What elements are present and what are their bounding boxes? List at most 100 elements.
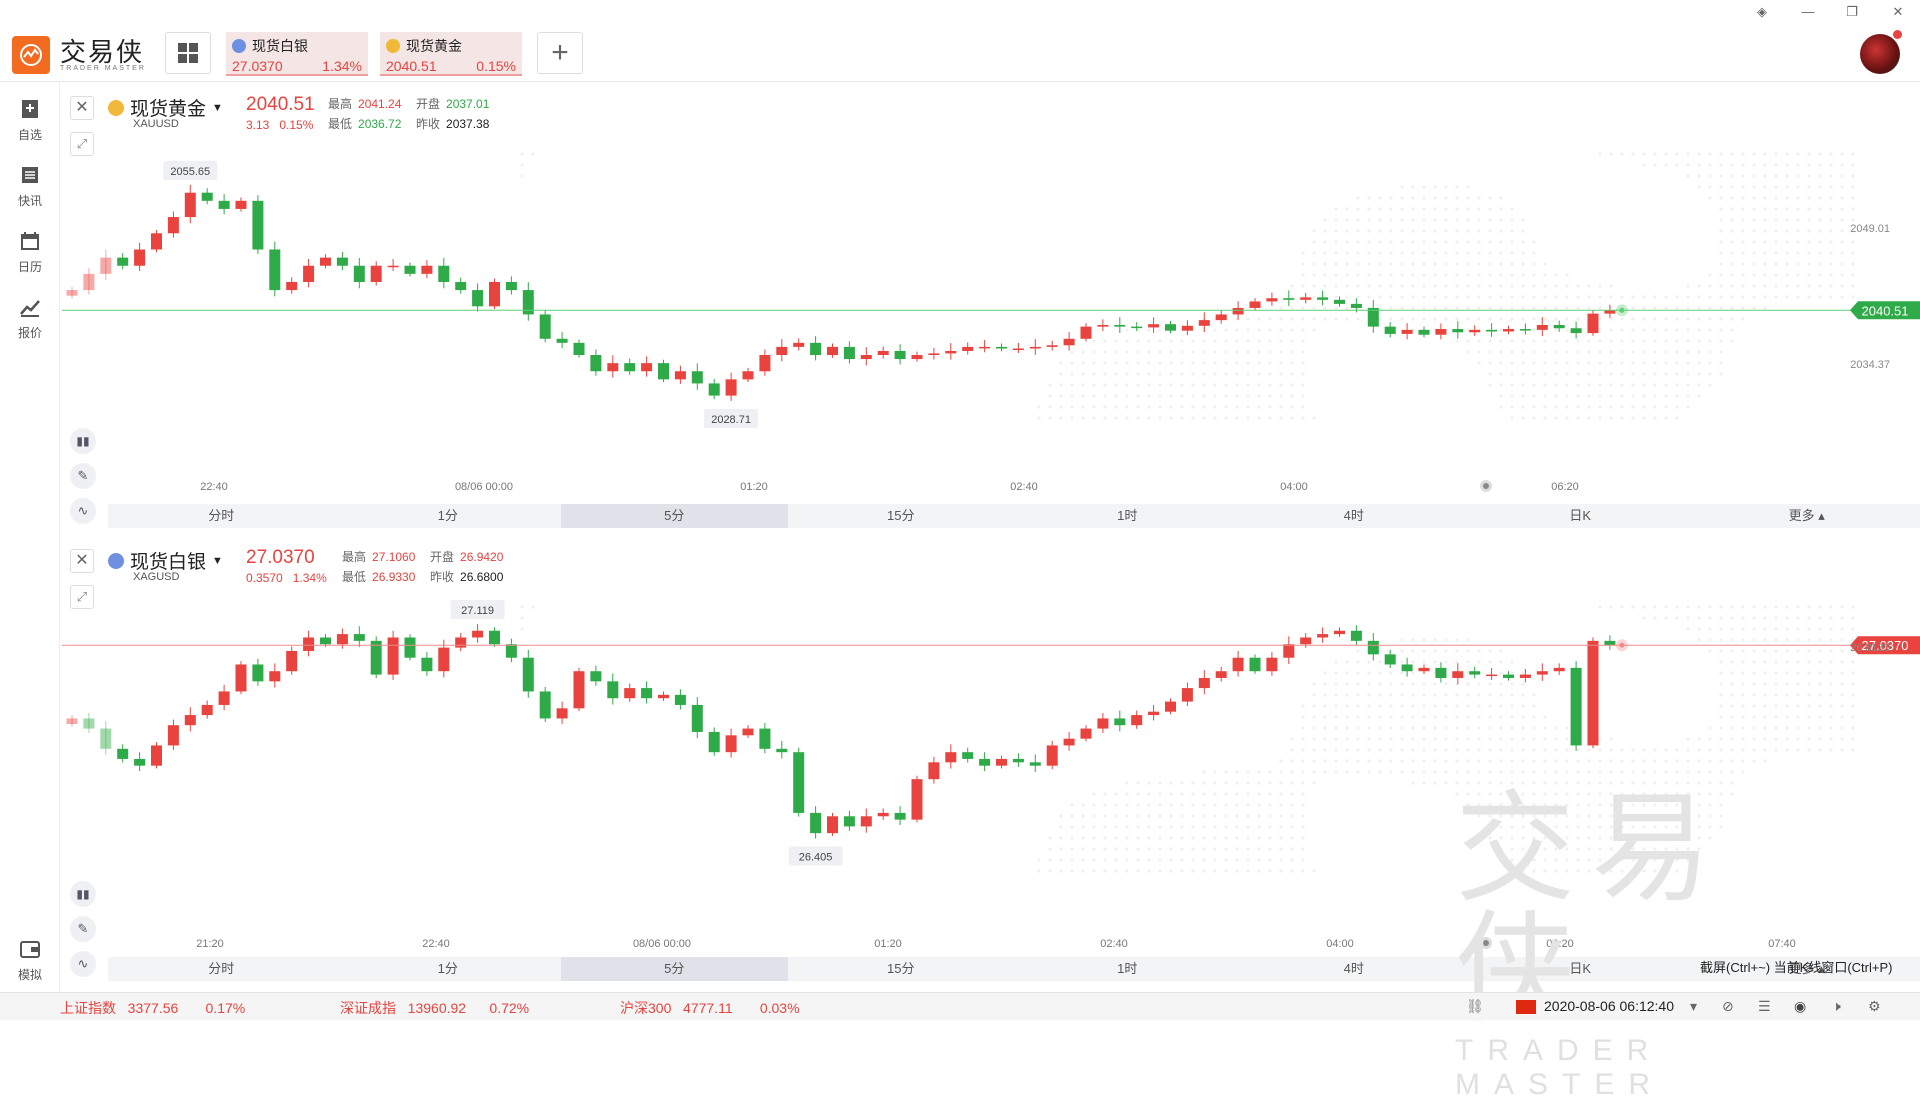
timeframe-tab[interactable]: 日K (1467, 504, 1694, 528)
indicator-tool-button[interactable]: ▮▮ (70, 881, 96, 907)
map-dot (1642, 836, 1645, 839)
map-dot (1774, 251, 1777, 254)
map-dot (1730, 284, 1733, 287)
mute-icon[interactable]: 🕨 (1832, 998, 1841, 1015)
map-dot (1378, 770, 1381, 773)
map-dot (1763, 605, 1766, 608)
map-dot (1488, 273, 1491, 276)
map-dot (1301, 704, 1304, 707)
map-dot (1851, 737, 1854, 740)
map-dot (1444, 218, 1447, 221)
sidebar-item-news[interactable]: 快讯 (0, 164, 60, 209)
candle-body (793, 343, 804, 347)
panel-expand-button[interactable]: ⤢ (70, 585, 94, 609)
panel-close-button[interactable]: ✕ (70, 96, 94, 120)
gold-title[interactable]: 现货黄金 ▼ (108, 94, 223, 121)
wave-tool-button[interactable]: ∿ (70, 498, 96, 524)
dropdown-caret-icon[interactable]: ▼ (212, 102, 223, 114)
timeframe-tab[interactable]: 5分 (561, 957, 788, 981)
map-dot (1081, 350, 1084, 353)
map-dot (1763, 693, 1766, 696)
timeframe-tab[interactable]: 1时 (1014, 957, 1241, 981)
restore-icon[interactable]: ❐ (1842, 4, 1862, 20)
map-dot (1411, 262, 1414, 265)
tab-silver[interactable]: 现货白银 27.03701.34% (226, 32, 368, 76)
draw-tool-button[interactable]: ✎ (70, 916, 96, 942)
silver-chart[interactable]: 27.037026.813527.11926.40521:2022:4008/0… (62, 537, 1920, 951)
layers-icon[interactable]: ◈ (1752, 4, 1772, 20)
index-sz[interactable]: 深证成指 13960.92 0.72% (340, 998, 529, 1018)
gold-prev: 昨收2037.38 (416, 115, 489, 132)
camera-icon[interactable]: ◉ (1794, 998, 1806, 1015)
map-dot (1774, 295, 1777, 298)
sidebar-item-calendar[interactable]: 日历 (0, 230, 60, 275)
map-dot (1488, 836, 1491, 839)
menu-icon[interactable]: ☰ (1758, 998, 1771, 1015)
map-dot (1048, 836, 1051, 839)
map-dot (1543, 350, 1546, 353)
timeframe-tab[interactable]: 更多 ▴ (1694, 504, 1920, 528)
map-dot (1158, 405, 1161, 408)
index-sh[interactable]: 上证指数 3377.56 0.17% (60, 998, 245, 1018)
timeframe-tab[interactable]: 1时 (1014, 504, 1241, 528)
timeframe-tab[interactable]: 1分 (335, 957, 562, 981)
map-dot (1609, 152, 1612, 155)
gold-chart[interactable]: 2040.512049.012034.372055.652028.7122:40… (62, 84, 1920, 496)
map-dot (1774, 152, 1777, 155)
no-picture-icon[interactable]: ⊘ (1722, 998, 1734, 1015)
map-dot (1609, 836, 1612, 839)
map-dot (1257, 781, 1260, 784)
map-dot (1620, 847, 1623, 850)
timeframe-tab[interactable]: 分时 (108, 504, 335, 528)
map-dot (1246, 405, 1249, 408)
sidebar-item-quotes[interactable]: 报价 (0, 296, 60, 341)
map-dot (1213, 836, 1216, 839)
panel-expand-button[interactable]: ⤢ (70, 132, 94, 156)
map-dot (1565, 339, 1568, 342)
candle-body (1283, 644, 1294, 657)
map-dot (1752, 671, 1755, 674)
close-window-icon[interactable]: ✕ (1888, 4, 1908, 20)
panel-close-button[interactable]: ✕ (70, 549, 94, 573)
map-dot (1631, 803, 1634, 806)
layout-grid-button[interactable] (165, 32, 211, 74)
minimize-icon[interactable]: — (1798, 4, 1818, 19)
timeframe-tab[interactable]: 分时 (108, 957, 335, 981)
map-dot (1730, 781, 1733, 784)
link-icon[interactable]: ⛓ (1466, 998, 1484, 1015)
timeframe-tab[interactable]: 5分 (561, 504, 788, 528)
y-tick-label: 2049.01 (1850, 223, 1890, 235)
map-dot (1422, 682, 1425, 685)
timeframe-tab[interactable]: 15分 (788, 957, 1015, 981)
sidebar-item-demo[interactable]: 模拟 (0, 938, 60, 983)
timeframe-tab[interactable]: 日K (1467, 957, 1694, 981)
map-dot (1697, 627, 1700, 630)
tab-gold[interactable]: 现货黄金 2040.510.15% (380, 32, 522, 76)
map-dot (1334, 229, 1337, 232)
add-tab-button[interactable]: + (537, 32, 583, 74)
candle-body (1233, 658, 1244, 671)
map-dot (1521, 704, 1524, 707)
map-dot (1807, 262, 1810, 265)
timeframe-tab[interactable]: 4时 (1241, 504, 1468, 528)
timeframe-tab[interactable]: 1分 (335, 504, 562, 528)
map-dot (1620, 770, 1623, 773)
map-dot (1785, 627, 1788, 630)
map-dot (1147, 328, 1150, 331)
map-dot (1191, 383, 1194, 386)
indicator-tool-button[interactable]: ▮▮ (70, 428, 96, 454)
avatar[interactable] (1860, 34, 1900, 74)
settings-icon[interactable]: ⚙ (1868, 998, 1881, 1015)
dropdown-caret-icon[interactable]: ▼ (212, 555, 223, 567)
timeframe-tab[interactable]: 4时 (1241, 957, 1468, 981)
index-hs300[interactable]: 沪深300 4777.11 0.03% (620, 998, 800, 1018)
timeframe-tab[interactable]: 15分 (788, 504, 1015, 528)
wave-tool-button[interactable]: ∿ (70, 951, 96, 977)
map-dot (1697, 339, 1700, 342)
down-caret-icon[interactable]: ▾ (1690, 998, 1697, 1015)
sidebar-item-watchlist[interactable]: 自选 (0, 98, 60, 143)
map-dot (1543, 759, 1546, 762)
draw-tool-button[interactable]: ✎ (70, 463, 96, 489)
silver-title[interactable]: 现货白银 ▼ (108, 547, 223, 574)
map-dot (1477, 240, 1480, 243)
